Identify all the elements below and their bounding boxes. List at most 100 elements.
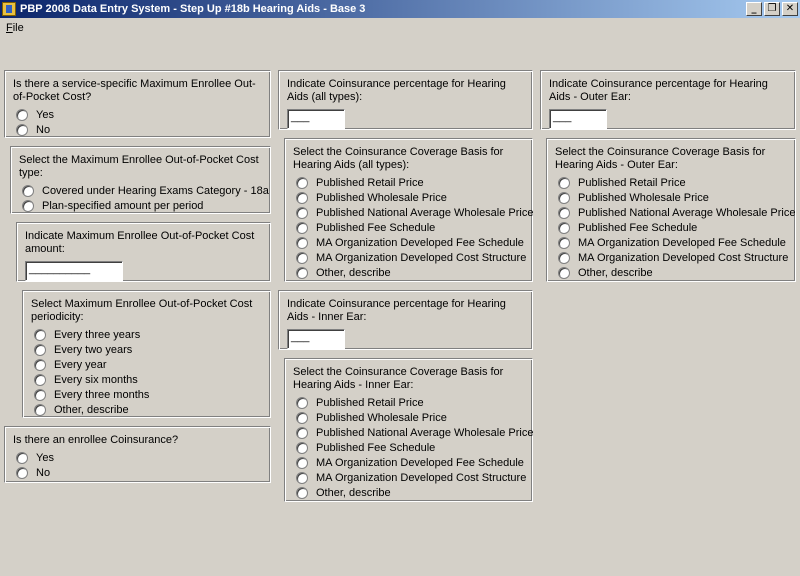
menu-file[interactable]: File: [6, 22, 24, 34]
restore-button[interactable]: ❐: [764, 2, 780, 16]
radio-button[interactable]: [296, 456, 308, 469]
radio-button[interactable]: [558, 191, 570, 204]
radio-button[interactable]: [22, 184, 34, 197]
basis-all-option[interactable]: Published Wholesale Price: [293, 190, 524, 205]
radio-button[interactable]: [558, 236, 570, 249]
basis-all-option[interactable]: Other, describe: [293, 265, 524, 280]
option-label: Every six months: [54, 373, 138, 386]
coins-all-panel: Indicate Coinsurance percentage for Hear…: [278, 70, 533, 130]
basis-outer-option[interactable]: Published Wholesale Price: [555, 190, 787, 205]
max-oop-no-option[interactable]: No: [13, 122, 262, 137]
radio-button[interactable]: [296, 396, 308, 409]
option-label: No: [36, 123, 51, 136]
periodicity-option[interactable]: Other, describe: [31, 402, 262, 417]
basis-all-option[interactable]: Published National Average Wholesale Pri…: [293, 205, 533, 220]
radio-button[interactable]: [558, 266, 570, 279]
minimize-button[interactable]: _: [746, 2, 762, 16]
radio-button[interactable]: [34, 328, 46, 341]
option-label: Published Wholesale Price: [578, 191, 709, 204]
radio-button[interactable]: [34, 403, 46, 416]
basis-outer-option[interactable]: Published Fee Schedule: [555, 220, 787, 235]
periodicity-option[interactable]: Every two years: [31, 342, 262, 357]
basis-outer-option[interactable]: Published Retail Price: [555, 175, 787, 190]
basis-all-question: Select the Coinsurance Coverage Basis fo…: [293, 146, 504, 171]
basis-all-option[interactable]: MA Organization Developed Fee Schedule: [293, 235, 524, 250]
option-label: Published Fee Schedule: [316, 441, 436, 454]
periodicity-option[interactable]: Every three years: [31, 327, 262, 342]
coins-outer-input[interactable]: ___: [549, 109, 607, 129]
radio-button[interactable]: [296, 426, 308, 439]
basis-inner-option[interactable]: Other, describe: [293, 485, 524, 500]
radio-button[interactable]: [296, 176, 308, 189]
radio-button[interactable]: [296, 206, 308, 219]
radio-button[interactable]: [22, 199, 34, 212]
periodicity-option[interactable]: Every six months: [31, 372, 262, 387]
radio-button[interactable]: [296, 471, 308, 484]
close-button[interactable]: ✕: [782, 2, 798, 16]
radio-button[interactable]: [296, 236, 308, 249]
basis-outer-question: Select the Coinsurance Coverage Basis fo…: [555, 146, 766, 171]
max-oop-type-question: Select the Maximum Enrollee Out-of-Pocke…: [19, 154, 259, 179]
radio-button[interactable]: [296, 221, 308, 234]
coinsurance-no-option[interactable]: No: [13, 465, 262, 480]
option-label: Other, describe: [316, 266, 391, 279]
max-oop-question-panel: Is there a service-specific Maximum Enro…: [4, 70, 271, 138]
coins-inner-input[interactable]: ___: [287, 329, 345, 349]
title-bar: PBP 2008 Data Entry System - Step Up #18…: [0, 0, 800, 18]
option-label: Published Fee Schedule: [316, 221, 436, 234]
radio-button[interactable]: [296, 411, 308, 424]
radio-button[interactable]: [558, 206, 570, 219]
basis-inner-option[interactable]: Published National Average Wholesale Pri…: [293, 425, 533, 440]
radio-button[interactable]: [34, 358, 46, 371]
option-label: Published Retail Price: [578, 176, 686, 189]
radio-button[interactable]: [16, 108, 28, 121]
basis-inner-option[interactable]: Published Fee Schedule: [293, 440, 524, 455]
radio-button[interactable]: [34, 373, 46, 386]
coinsurance-yes-option[interactable]: Yes: [13, 450, 262, 465]
radio-button[interactable]: [296, 486, 308, 499]
option-label: Published Wholesale Price: [316, 191, 447, 204]
periodicity-option[interactable]: Every three months: [31, 387, 262, 402]
option-label: Every year: [54, 358, 107, 371]
basis-outer-option[interactable]: MA Organization Developed Fee Schedule: [555, 235, 787, 250]
option-label: MA Organization Developed Fee Schedule: [578, 236, 786, 249]
radio-button[interactable]: [296, 191, 308, 204]
basis-all-option[interactable]: Published Fee Schedule: [293, 220, 524, 235]
option-label: MA Organization Developed Cost Structure: [316, 471, 527, 484]
radio-button[interactable]: [16, 451, 28, 464]
max-oop-periodicity-question: Select Maximum Enrollee Out-of-Pocket Co…: [31, 298, 253, 323]
radio-button[interactable]: [34, 388, 46, 401]
radio-button[interactable]: [296, 266, 308, 279]
periodicity-option[interactable]: Every year: [31, 357, 262, 372]
option-label: Published Fee Schedule: [578, 221, 698, 234]
option-label: MA Organization Developed Fee Schedule: [316, 456, 524, 469]
basis-inner-option[interactable]: MA Organization Developed Cost Structure: [293, 470, 527, 485]
radio-button[interactable]: [16, 123, 28, 136]
radio-button[interactable]: [296, 441, 308, 454]
radio-button[interactable]: [16, 466, 28, 479]
basis-inner-option[interactable]: Published Retail Price: [293, 395, 524, 410]
basis-inner-panel: Select the Coinsurance Coverage Basis fo…: [284, 358, 533, 502]
max-oop-type-option[interactable]: Plan-specified amount per period: [19, 198, 262, 213]
max-oop-type-option[interactable]: Covered under Hearing Exams Category - 1…: [19, 183, 269, 198]
radio-button[interactable]: [296, 251, 308, 264]
option-label: Every three years: [54, 328, 141, 341]
coins-all-input[interactable]: ___: [287, 109, 345, 129]
basis-all-option[interactable]: MA Organization Developed Cost Structure: [293, 250, 526, 265]
max-oop-amount-input[interactable]: __________: [25, 261, 123, 281]
max-oop-yes-option[interactable]: Yes: [13, 107, 262, 122]
radio-button[interactable]: [558, 176, 570, 189]
radio-button[interactable]: [558, 251, 570, 264]
coinsurance-question-panel: Is there an enrollee Coinsurance? Yes No: [4, 426, 271, 483]
radio-button[interactable]: [558, 221, 570, 234]
radio-button[interactable]: [34, 343, 46, 356]
basis-all-option[interactable]: Published Retail Price: [293, 175, 524, 190]
basis-outer-option[interactable]: Published National Average Wholesale Pri…: [555, 205, 795, 220]
basis-outer-option[interactable]: Other, describe: [555, 265, 787, 280]
option-label: Published National Average Wholesale Pri…: [316, 426, 534, 439]
basis-inner-option[interactable]: Published Wholesale Price: [293, 410, 524, 425]
coins-outer-question: Indicate Coinsurance percentage for Hear…: [549, 78, 768, 103]
basis-inner-option[interactable]: MA Organization Developed Fee Schedule: [293, 455, 524, 470]
basis-outer-option[interactable]: MA Organization Developed Cost Structure: [555, 250, 788, 265]
max-oop-type-panel: Select the Maximum Enrollee Out-of-Pocke…: [10, 146, 271, 214]
